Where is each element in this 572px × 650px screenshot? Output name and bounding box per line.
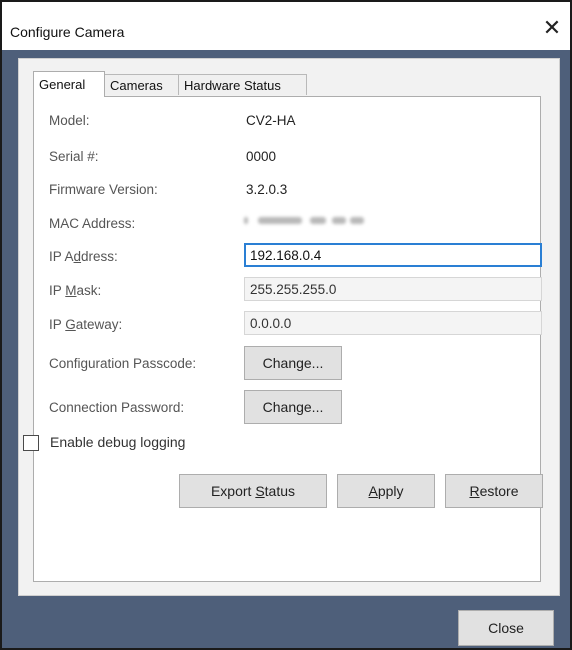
change-config-passcode-button[interactable]: Change... [244, 346, 342, 380]
serial-label: Serial #: [49, 149, 99, 164]
firmware-value: 3.2.0.3 [246, 182, 288, 197]
tab-hardware-status[interactable]: Hardware Status [178, 74, 307, 95]
ip-address-input[interactable] [244, 243, 542, 267]
debug-logging-checkbox[interactable] [23, 435, 39, 451]
mac-label: MAC Address: [49, 216, 136, 231]
change-connection-password-button[interactable]: Change... [244, 390, 342, 424]
window-title: Configure Camera [10, 24, 125, 40]
config-passcode-label: Configuration Passcode: [49, 356, 197, 371]
settings-panel: General Cameras Hardware Status Model: C… [18, 58, 560, 596]
ip-mask-input[interactable] [244, 277, 542, 301]
close-icon[interactable]: ✕ [538, 14, 566, 42]
restore-button[interactable]: Restore [445, 474, 543, 508]
configure-camera-dialog: Configure Camera ✕ General Cameras Hardw… [0, 0, 572, 650]
mac-value-redacted [244, 213, 364, 227]
model-label: Model: [49, 113, 90, 128]
close-button[interactable]: Close [458, 610, 554, 646]
debug-logging-label[interactable]: Enable debug logging [50, 434, 185, 450]
apply-button[interactable]: Apply [337, 474, 435, 508]
serial-value: 0000 [246, 149, 277, 164]
ip-gateway-label: IP Gateway: [49, 317, 123, 332]
connection-password-label: Connection Password: [49, 400, 185, 415]
ip-mask-label: IP Mask: [49, 283, 102, 298]
export-status-button[interactable]: Export Status [179, 474, 327, 508]
tab-general[interactable]: General [33, 71, 105, 97]
firmware-label: Firmware Version: [49, 182, 158, 197]
ip-address-label: IP Address: [49, 249, 118, 264]
ip-gateway-input[interactable] [244, 311, 542, 335]
model-value: CV2-HA [246, 113, 296, 128]
title-bar: Configure Camera ✕ [2, 2, 570, 50]
general-tab-page: Model: CV2-HA Serial #: 0000 Firmware Ve… [33, 96, 543, 582]
tab-cameras[interactable]: Cameras [104, 74, 179, 95]
